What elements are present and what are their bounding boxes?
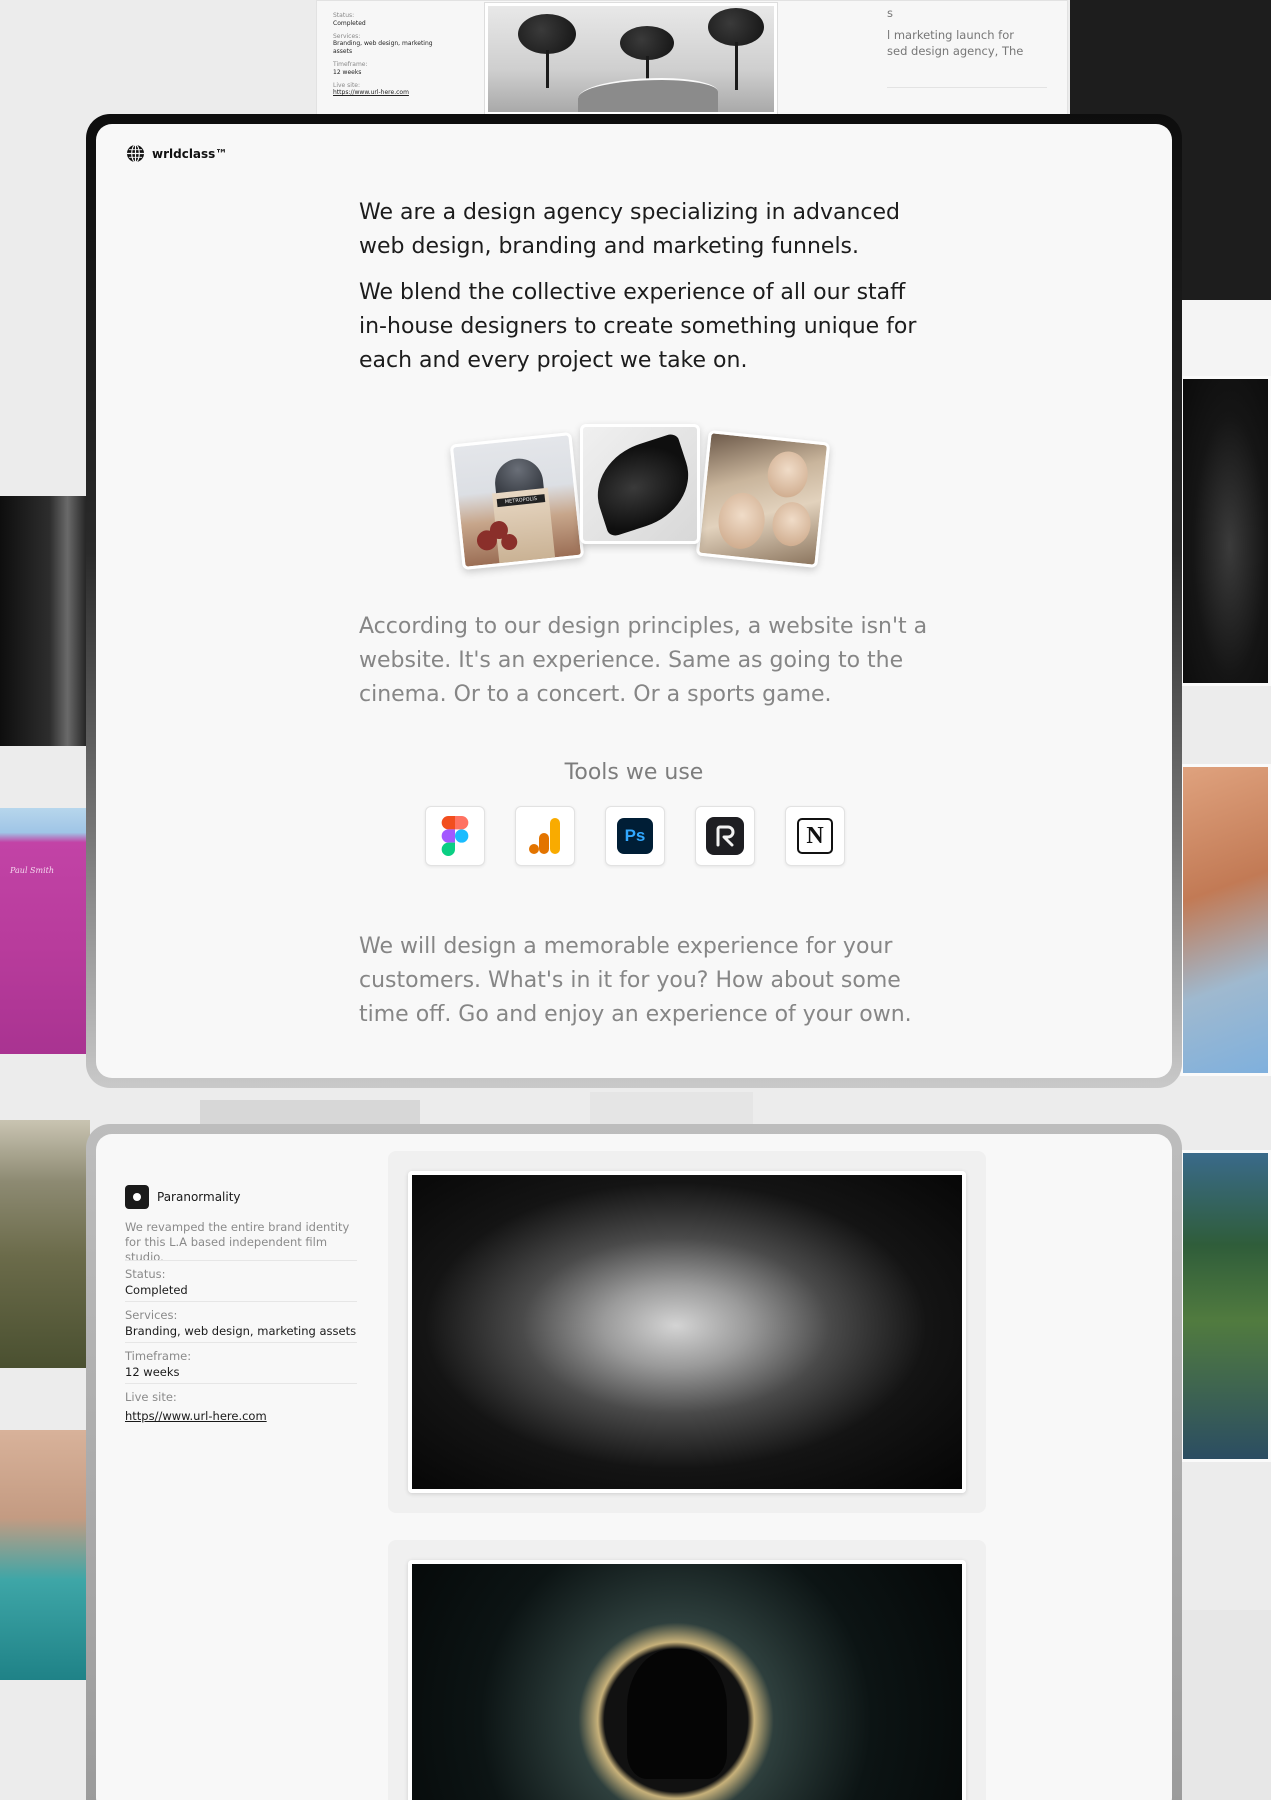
photo-stack: METROPOLIS [449,424,832,574]
halo-silhouette-photo [408,1560,966,1800]
pink-wall-sign: Paul Smith [10,866,55,875]
bg-timeframe-label: Timeframe: [333,60,368,68]
intro-paragraph-2: We blend the collective experience of al… [359,280,917,373]
tool-google-analytics[interactable] [515,806,575,866]
closing-text: We will design a memorable experience fo… [359,934,912,1027]
project-name: Paranormality [157,1190,241,1204]
project-card-frame: Paranormality We revamped the entire bra… [86,1124,1182,1800]
project-logo-icon [125,1185,149,1209]
globe-icon [126,144,145,163]
background-project-card: Status: Completed Services: Branding, we… [316,0,1068,118]
bg-services-value: Branding, web design, marketing assets [333,40,433,56]
photoshop-icon: Ps [617,818,653,854]
meta-label: Live site: [125,1390,177,1404]
google-analytics-icon [529,818,560,854]
tools-list: Ps N [425,806,845,866]
bg-text-line-2: l marketing launch for [887,28,1014,43]
background-left-strip [200,1100,420,1124]
project-description: We revamped the entire brand identity fo… [125,1220,350,1264]
tool-notion[interactable]: N [785,806,845,866]
background-gray-panel [1180,1610,1271,1800]
meta-label: Timeframe: [125,1349,192,1363]
background-project-meta: Status: Completed Services: Branding, we… [333,7,443,97]
ghost-dancer-photo [408,1171,966,1493]
raycast-icon [706,817,744,855]
leaf-photo [580,424,700,544]
tools-title: Tools we use [564,760,704,785]
meta-timeframe: Timeframe: 12 weeks [125,1342,357,1383]
background-hills-photo [0,1120,90,1368]
bg-text-line-3: sed design agency, The [887,44,1024,59]
intro-paragraph-1: We are a design agency specializing in a… [359,200,901,259]
bg-status-value: Completed [333,19,366,27]
background-gray-strip [1180,300,1271,376]
meta-label: Status: [125,1267,166,1281]
intro-text: We are a design agency specializing in a… [359,196,929,390]
meta-value: Completed [125,1283,188,1297]
bg-text-line-1: s [887,6,893,20]
bg-live-link: https://www.url-here.com [333,89,409,97]
brand-name: wrldclass™ [152,146,228,161]
tool-photoshop[interactable]: Ps [605,806,665,866]
meta-live-site: Live site: https//www.url-here.com [125,1383,357,1427]
project-meta: Status: Completed Services: Branding, we… [125,1260,357,1427]
meta-services: Services: Branding, web design, marketin… [125,1301,357,1342]
background-awning-photo [1180,764,1271,1076]
about-card: wrldclass™ We are a design agency specia… [96,124,1172,1078]
brand-logo[interactable]: wrldclass™ [126,144,227,163]
meta-label: Services: [125,1308,178,1322]
background-pink-wall-photo: Paul Smith [0,808,90,1054]
background-project-text: s l marketing launch for sed design agen… [887,5,1057,59]
project-image-panel [388,1151,986,1513]
background-window-photo [0,496,90,746]
tool-figma[interactable] [425,806,485,866]
background-palms-photo [1180,1150,1271,1462]
design-principle-text: According to our design principles, a we… [359,614,928,707]
background-person-photo [1180,376,1271,686]
photoshop-icon-label: Ps [624,826,646,845]
meta-status: Status: Completed [125,1260,357,1301]
background-divider [887,87,1047,88]
background-trees-photo [485,3,777,115]
portrait-photo [695,429,831,569]
notion-icon: N [797,818,833,854]
figma-icon [441,816,469,856]
meta-value: 12 weeks [125,1365,180,1379]
project-card: Paranormality We revamped the entire bra… [96,1134,1172,1800]
bg-status-label: Status: [333,12,355,19]
background-car-photo [0,1430,90,1680]
building-photo: METROPOLIS [449,431,585,571]
bg-timeframe-value: 12 weeks [333,68,362,76]
project-header[interactable]: Paranormality [125,1185,241,1209]
live-site-link[interactable]: https//www.url-here.com [125,1409,267,1423]
tool-raycast[interactable] [695,806,755,866]
bg-live-label: Live site: [333,81,361,89]
meta-value: Branding, web design, marketing assets [125,1324,357,1338]
project-image-panel [388,1540,986,1800]
notion-icon-label: N [806,822,824,849]
about-card-frame: wrldclass™ We are a design agency specia… [86,114,1182,1088]
bg-services-label: Services: [333,32,361,40]
